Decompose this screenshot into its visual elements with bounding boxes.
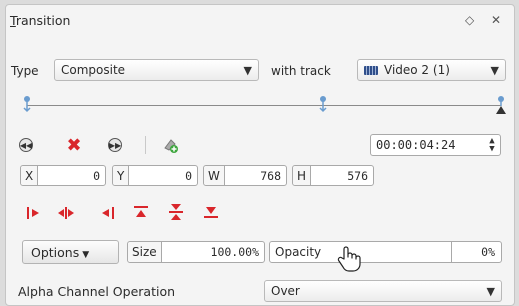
with-track-label: with track <box>271 64 331 78</box>
transition-type-value: Composite <box>61 63 126 77</box>
delete-keyframe-button[interactable]: ✖ <box>62 133 86 157</box>
alpha-operation-label: Alpha Channel Operation <box>18 284 176 299</box>
chevron-down-icon: ▼ <box>490 63 499 77</box>
align-top-icon[interactable] <box>131 203 151 221</box>
w-label: W <box>204 166 225 185</box>
chevron-down-icon: ▼ <box>486 284 495 298</box>
float-panel-icon[interactable]: ◇ <box>465 13 474 27</box>
hand-cursor-icon <box>337 246 361 272</box>
h-value: 576 <box>347 168 368 183</box>
opacity-label: Opacity <box>275 245 322 259</box>
type-label: Type <box>11 64 39 78</box>
options-label: Options <box>31 244 80 260</box>
x-position-field[interactable]: X 0 <box>20 165 106 186</box>
y-label: Y <box>113 166 130 185</box>
keyframe-timeline[interactable] <box>27 105 501 106</box>
x-value: 0 <box>93 168 100 183</box>
next-keyframe-button[interactable]: ▶▶ <box>103 133 127 157</box>
opacity-value: 0% <box>481 245 495 259</box>
slider-divider <box>451 242 452 262</box>
opacity-slider[interactable]: Opacity 0% <box>269 241 502 263</box>
alpha-operation-combo[interactable]: Over ▼ <box>264 280 502 302</box>
delete-icon: ✖ <box>66 134 82 156</box>
width-field[interactable]: W 768 <box>203 165 287 186</box>
add-keyframe-icon <box>164 139 178 153</box>
close-panel-icon[interactable]: ✕ <box>491 13 501 27</box>
spin-arrows-icon[interactable]: ▲ ▼ <box>484 137 500 154</box>
alpha-operation-value: Over <box>271 284 300 298</box>
toolbar-separator <box>145 136 146 154</box>
size-field[interactable]: Size 100.00% <box>127 241 265 263</box>
size-label: Size <box>128 242 162 262</box>
transition-type-combo[interactable]: Composite ▼ <box>54 59 259 81</box>
timecode-spinbox[interactable]: 00:00:04:24 ▲ ▼ <box>370 134 501 156</box>
height-field[interactable]: H 576 <box>292 165 374 186</box>
y-position-field[interactable]: Y 0 <box>112 165 198 186</box>
y-value: 0 <box>185 168 192 183</box>
panel-title: Transition <box>10 13 71 28</box>
keyframe-marker[interactable] <box>317 95 329 115</box>
align-vcenter-icon[interactable] <box>166 203 186 221</box>
next-keyframe-icon: ▶▶ <box>108 138 122 152</box>
x-label: X <box>21 166 39 185</box>
chevron-down-icon: ▼ <box>82 249 90 260</box>
previous-keyframe-button[interactable]: ◀◀ <box>14 133 38 157</box>
video-track-icon <box>364 65 378 75</box>
options-button[interactable]: Options ▼ <box>22 240 119 264</box>
track-combo[interactable]: Video 2 (1) ▼ <box>357 59 506 81</box>
align-bottom-icon[interactable] <box>201 203 221 221</box>
align-left-icon[interactable] <box>24 204 44 222</box>
timecode-value: 00:00:04:24 <box>376 138 456 152</box>
size-value: 100.00% <box>210 245 259 259</box>
align-hcenter-icon[interactable] <box>56 204 76 222</box>
selected-keyframe-marker[interactable] <box>495 95 507 115</box>
chevron-down-icon: ▼ <box>243 63 252 77</box>
align-right-icon[interactable] <box>98 204 118 222</box>
add-keyframe-button[interactable] <box>158 133 182 157</box>
keyframe-marker[interactable] <box>21 95 33 115</box>
previous-keyframe-icon: ◀◀ <box>19 138 33 152</box>
h-label: H <box>293 166 312 185</box>
track-value: Video 2 (1) <box>384 63 450 77</box>
w-value: 768 <box>260 168 281 183</box>
